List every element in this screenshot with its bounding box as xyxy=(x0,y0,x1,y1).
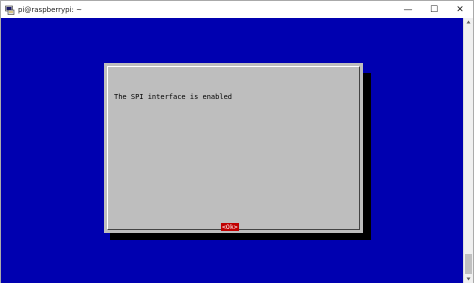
scroll-up-arrow-icon[interactable] xyxy=(465,19,472,25)
scroll-down-arrow-icon[interactable] xyxy=(465,276,472,282)
message-dialog: The SPI interface is enabled <Ok> xyxy=(104,63,363,233)
maximize-button[interactable]: ☐ xyxy=(421,1,447,18)
terminal-window: pi@raspberrypi: ~ — ☐ ✕ The SPI interfac… xyxy=(0,0,474,283)
terminal-area[interactable]: The SPI interface is enabled <Ok> xyxy=(1,18,464,283)
window-controls: — ☐ ✕ xyxy=(395,1,473,18)
title-bar[interactable]: pi@raspberrypi: ~ — ☐ ✕ xyxy=(1,1,473,18)
window-title: pi@raspberrypi: ~ xyxy=(18,5,83,14)
dialog-frame xyxy=(107,66,360,230)
putty-terminal-icon[interactable] xyxy=(5,5,15,15)
vertical-scrollbar[interactable] xyxy=(463,18,473,283)
minimize-button[interactable]: — xyxy=(395,1,421,18)
scrollbar-thumb[interactable] xyxy=(465,254,472,274)
dialog-message: The SPI interface is enabled xyxy=(114,93,233,101)
close-button[interactable]: ✕ xyxy=(447,1,473,18)
ok-button[interactable]: <Ok> xyxy=(221,223,239,231)
